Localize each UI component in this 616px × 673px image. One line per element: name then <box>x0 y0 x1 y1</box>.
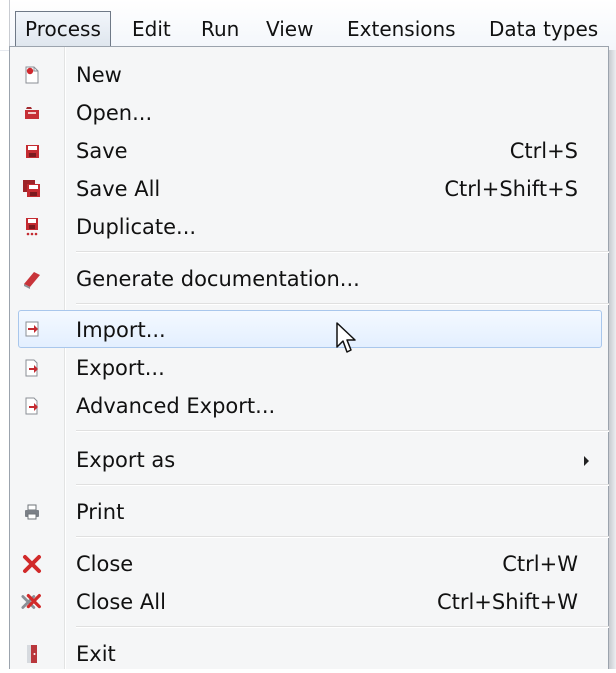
new-file-icon <box>21 64 43 86</box>
menu-separator <box>76 430 610 432</box>
menu-item-shortcut: Ctrl+W <box>502 552 578 576</box>
menu-item-label: Open... <box>76 101 153 125</box>
mouse-cursor-icon <box>336 322 356 353</box>
menu-separator <box>76 303 610 305</box>
menu-item-export[interactable]: Export... <box>10 349 608 387</box>
menu-separator <box>76 484 610 486</box>
menu-separator <box>76 251 610 253</box>
close-all-icon <box>21 591 43 613</box>
menu-data-types[interactable]: Data types <box>487 11 600 47</box>
menu-run[interactable]: Run <box>199 11 241 47</box>
menu-extensions[interactable]: Extensions <box>345 11 458 47</box>
menu-item-label: Export as <box>76 448 176 472</box>
export-icon <box>21 395 43 417</box>
exit-door-icon <box>21 643 43 665</box>
window-edge <box>0 0 10 50</box>
menu-item-advanced-export[interactable]: Advanced Export... <box>10 387 608 425</box>
close-icon <box>21 553 43 575</box>
export-icon <box>21 357 43 379</box>
menu-item-label: Save <box>76 139 128 163</box>
save-all-icon <box>21 178 43 200</box>
menu-item-label: Exit <box>76 642 116 666</box>
menu-item-exit[interactable]: Exit <box>10 635 608 673</box>
book-icon <box>21 268 43 290</box>
import-icon <box>21 318 43 340</box>
menu-shadow <box>609 50 616 669</box>
menu-item-generate-documentation[interactable]: Generate documentation... <box>10 260 608 298</box>
menu-separator <box>76 626 610 628</box>
menu-item-label: Duplicate... <box>76 215 197 239</box>
menu-item-new[interactable]: New <box>10 56 608 94</box>
submenu-arrow-icon <box>584 456 589 466</box>
menubar: Process Edit Run View Extensions Data ty… <box>0 0 616 51</box>
menu-item-label: Import... <box>76 318 166 342</box>
menu-item-shortcut: Ctrl+Shift+S <box>444 177 578 201</box>
printer-icon <box>21 501 43 523</box>
menu-item-label: Close <box>76 552 134 576</box>
menu-item-save[interactable]: Save Ctrl+S <box>10 132 608 170</box>
menu-process[interactable]: Process <box>15 11 111 46</box>
menu-item-label: Generate documentation... <box>76 267 360 291</box>
menu-item-close-all[interactable]: Close All Ctrl+Shift+W <box>10 583 608 621</box>
menu-item-label: Close All <box>76 590 166 614</box>
menu-item-label: Export... <box>76 356 165 380</box>
menu-item-import[interactable]: Import... <box>18 310 602 348</box>
open-folder-icon <box>21 102 43 124</box>
menu-item-export-as[interactable]: Export as <box>10 441 608 479</box>
menu-item-label: Print <box>76 500 125 524</box>
process-dropdown-menu: New Open... Save Ctrl+S Save All Ctrl+Sh… <box>9 46 610 669</box>
menu-item-open[interactable]: Open... <box>10 94 608 132</box>
menu-item-save-all[interactable]: Save All Ctrl+Shift+S <box>10 170 608 208</box>
menu-item-shortcut: Ctrl+S <box>509 139 578 163</box>
menu-separator <box>76 536 610 538</box>
menu-item-print[interactable]: Print <box>10 493 608 531</box>
menu-item-close[interactable]: Close Ctrl+W <box>10 545 608 583</box>
menu-edit[interactable]: Edit <box>130 11 173 47</box>
menu-item-duplicate[interactable]: Duplicate... <box>10 208 608 246</box>
menu-item-label: Save All <box>76 177 161 201</box>
menu-item-label: New <box>76 63 122 87</box>
menu-item-label: Advanced Export... <box>76 394 276 418</box>
save-icon <box>21 140 43 162</box>
menu-view[interactable]: View <box>264 11 315 47</box>
menu-item-shortcut: Ctrl+Shift+W <box>436 590 578 614</box>
duplicate-icon <box>21 216 43 238</box>
